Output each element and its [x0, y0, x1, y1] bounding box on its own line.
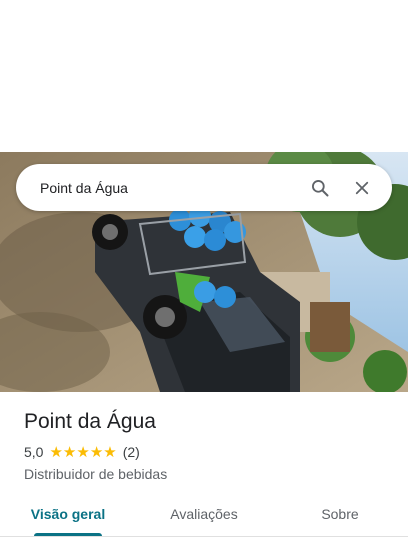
- tab-label: Avaliações: [170, 506, 238, 522]
- tab-about[interactable]: Sobre: [272, 496, 408, 536]
- close-icon: [355, 181, 369, 194]
- search-query[interactable]: Point da Água: [40, 180, 294, 196]
- star-icon: ★: [49, 443, 63, 461]
- tab-divider: [0, 536, 408, 537]
- tab-overview[interactable]: Visão geral: [0, 496, 136, 536]
- star-icon: ★: [103, 443, 117, 461]
- search-button[interactable]: [304, 172, 336, 204]
- clear-search-button[interactable]: [346, 172, 378, 204]
- star-icon: ★: [62, 443, 77, 461]
- rating-row[interactable]: 5,0 ★ ★ ★ ★ ★ (2): [24, 442, 394, 462]
- search-icon: [312, 179, 329, 196]
- tab-reviews[interactable]: Avaliações: [136, 496, 272, 536]
- place-info: Point da Água 5,0 ★ ★ ★ ★ ★ (2) Distribu…: [24, 408, 394, 482]
- review-count[interactable]: (2): [123, 444, 140, 460]
- star-icon: ★: [76, 443, 90, 461]
- rating-value: 5,0: [24, 444, 44, 460]
- star-icon: ★: [89, 443, 104, 461]
- search-bar[interactable]: Point da Água: [16, 164, 392, 211]
- tab-label: Visão geral: [30, 506, 106, 522]
- rating-stars: ★ ★ ★ ★ ★: [49, 445, 116, 460]
- place-category: Distribuidor de bebidas: [24, 466, 168, 482]
- tab-bar: Visão geral Avaliações Sobre: [0, 496, 408, 536]
- place-title: Point da Água: [24, 410, 156, 433]
- tab-label: Sobre: [321, 506, 359, 522]
